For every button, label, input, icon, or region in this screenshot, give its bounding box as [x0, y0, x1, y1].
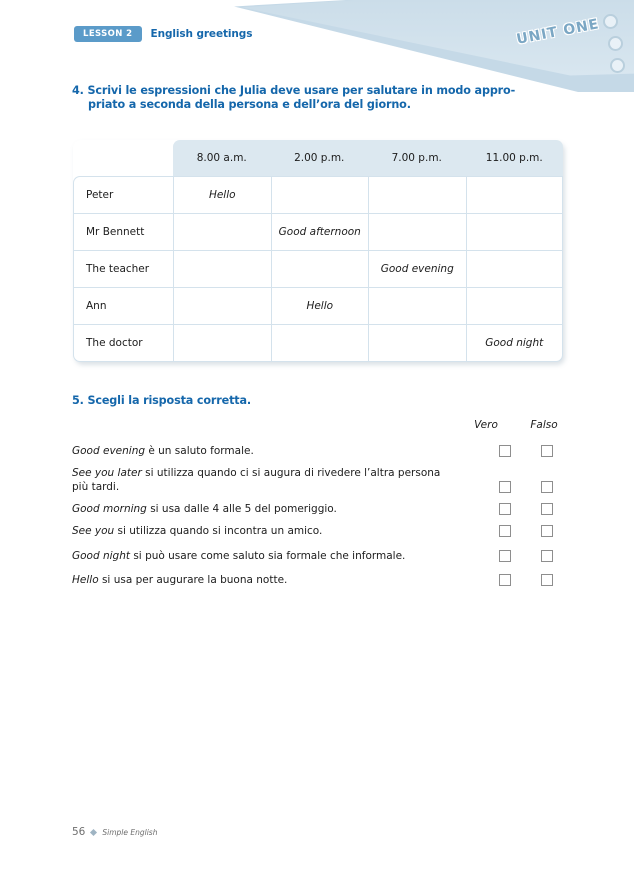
table-row: Mr Bennett Good afternoon: [73, 213, 563, 250]
greetings-table-area: 8.00 a.m. 2.00 p.m. 7.00 p.m. 11.00 p.m.…: [73, 140, 563, 362]
lesson-badge: LESSON 2: [74, 26, 142, 42]
checkbox-falso[interactable]: [541, 525, 553, 537]
answer-cell[interactable]: [173, 287, 271, 324]
unit-label: UNIT ONE: [515, 16, 601, 48]
statement-english-phrase: Good evening: [72, 445, 146, 457]
checkbox-vero[interactable]: [499, 525, 511, 537]
answer-cell[interactable]: [465, 176, 563, 213]
statement-row: Good morning si usa dalle 4 alle 5 del p…: [72, 503, 457, 517]
exercise-4-instruction-line2: priato a seconda della persona e dell’or…: [88, 98, 411, 111]
banner-wedge-shape: [234, 0, 634, 92]
answer-cell[interactable]: [465, 287, 563, 324]
answer-cell[interactable]: [368, 213, 466, 250]
column-header-time-4: 11.00 p.m.: [465, 140, 563, 176]
answer-cell[interactable]: [270, 324, 368, 362]
statement-english-phrase: Hello: [72, 574, 99, 586]
exercise-5-heading: 5. Scegli la risposta corretta.: [72, 394, 251, 408]
row-label-mr-bennett: Mr Bennett: [73, 213, 173, 250]
checkbox-falso[interactable]: [541, 503, 553, 515]
table-corner-cell: [73, 140, 173, 176]
checkbox-falso[interactable]: [541, 445, 553, 457]
checkbox-vero[interactable]: [499, 574, 511, 586]
answer-cell[interactable]: [368, 287, 466, 324]
answer-cell[interactable]: [173, 213, 271, 250]
checkbox-vero[interactable]: [499, 503, 511, 515]
answer-cell[interactable]: Good evening: [368, 250, 466, 287]
answer-cell[interactable]: [173, 324, 271, 362]
table-row: Peter Hello: [73, 176, 563, 213]
statement-row: Good evening è un saluto formale.: [72, 445, 457, 459]
checkbox-vero[interactable]: [499, 481, 511, 493]
row-label-the-teacher: The teacher: [73, 250, 173, 287]
table-row: The doctor Good night: [73, 324, 563, 362]
column-header-vero: Vero: [474, 419, 498, 431]
row-label-peter: Peter: [73, 176, 173, 213]
book-title: Simple English: [102, 827, 158, 837]
statement-english-phrase: See you later: [72, 467, 142, 479]
answer-cell[interactable]: [368, 176, 466, 213]
checkbox-vero[interactable]: [499, 445, 511, 457]
statement-english-phrase: See you: [72, 525, 115, 537]
statement-italian-text: si usa per augurare la buona notte.: [98, 574, 288, 586]
statement-italian-text: si usa dalle 4 alle 5 del pomeriggio.: [146, 503, 337, 515]
table-row: The teacher Good evening: [73, 250, 563, 287]
answer-cell[interactable]: [465, 250, 563, 287]
spiral-binding-ring: [608, 36, 623, 51]
unit-banner: UNIT ONE: [0, 0, 634, 92]
checkbox-falso[interactable]: [541, 481, 553, 493]
checkbox-falso[interactable]: [541, 550, 553, 562]
answer-cell[interactable]: Hello: [173, 176, 271, 213]
page-footer: 56 Simple English: [72, 826, 157, 838]
exercise-4-heading: 4. Scrivi le espressioni che Julia deve …: [72, 84, 572, 98]
statement-italian-text: è un saluto formale.: [145, 445, 254, 457]
statement-italian-text: si può usare come saluto sia formale che…: [130, 550, 406, 562]
statement-row: See you si utilizza quando si incontra u…: [72, 525, 457, 539]
banner-wedge-highlight: [242, 0, 634, 76]
lesson-header: LESSON 2 English greetings: [74, 26, 252, 42]
statement-row: See you later si utilizza quando ci si a…: [72, 467, 457, 494]
greetings-table: 8.00 a.m. 2.00 p.m. 7.00 p.m. 11.00 p.m.…: [73, 140, 563, 362]
column-header-time-2: 2.00 p.m.: [270, 140, 368, 176]
exercise-4-instruction-line1: Scrivi le espressioni che Julia deve usa…: [87, 84, 516, 97]
lesson-title: English greetings: [150, 28, 253, 40]
diamond-icon: [90, 828, 98, 836]
table-body: Peter Hello Mr Bennett Good afternoon Th…: [73, 176, 563, 362]
statement-english-phrase: Good morning: [72, 503, 147, 515]
answer-cell[interactable]: [270, 250, 368, 287]
answer-cell[interactable]: [173, 250, 271, 287]
spiral-binding-ring: [610, 58, 625, 73]
answer-cell[interactable]: Good afternoon: [270, 213, 368, 250]
table-header-row: 8.00 a.m. 2.00 p.m. 7.00 p.m. 11.00 p.m.: [73, 140, 563, 176]
column-header-time-1: 8.00 a.m.: [173, 140, 271, 176]
answer-cell[interactable]: Hello: [270, 287, 368, 324]
checkbox-falso[interactable]: [541, 574, 553, 586]
checkbox-vero[interactable]: [499, 550, 511, 562]
statement-row: Good night si può usare come saluto sia …: [72, 550, 457, 564]
exercise-5-number: 5.: [72, 394, 84, 407]
statement-italian-text: si utilizza quando si incontra un amico.: [114, 525, 323, 537]
answer-cell[interactable]: [368, 324, 466, 362]
exercise-5-instruction: Scegli la risposta corretta.: [87, 394, 252, 407]
statement-row: Hello si usa per augurare la buona notte…: [72, 574, 457, 588]
statement-english-phrase: Good night: [72, 550, 130, 562]
column-header-time-3: 7.00 p.m.: [368, 140, 466, 176]
column-header-falso: Falso: [530, 419, 558, 431]
page-number: 56: [72, 826, 86, 838]
answer-cell[interactable]: [270, 176, 368, 213]
answer-cell[interactable]: [465, 213, 563, 250]
exercise-4-number: 4.: [72, 84, 84, 97]
row-label-the-doctor: The doctor: [73, 324, 173, 362]
answer-cell[interactable]: Good night: [465, 324, 563, 362]
table-row: Ann Hello: [73, 287, 563, 324]
row-label-ann: Ann: [73, 287, 173, 324]
spiral-binding-ring: [603, 14, 618, 29]
